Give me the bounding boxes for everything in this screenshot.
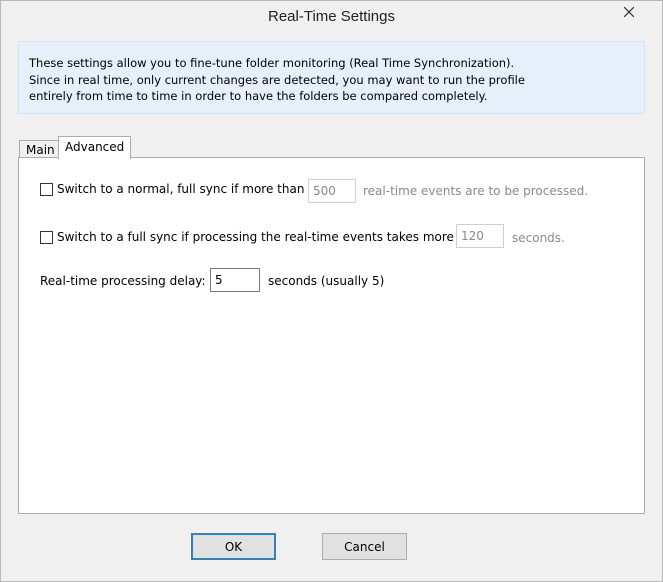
full-sync-time-option[interactable]: Switch to a full sync if processing the … bbox=[40, 230, 485, 244]
title-bar: Real-Time Settings bbox=[1, 1, 662, 33]
info-line: entirely from time to time in order to h… bbox=[29, 89, 488, 103]
full-sync-events-option[interactable]: Switch to a normal, full sync if more th… bbox=[40, 182, 304, 196]
delay-input[interactable]: 5 bbox=[210, 268, 260, 292]
full-sync-events-label: Switch to a normal, full sync if more th… bbox=[57, 182, 305, 196]
full-sync-events-input[interactable]: 500 bbox=[308, 179, 356, 203]
full-sync-time-label: Switch to a full sync if processing the … bbox=[57, 230, 486, 244]
full-sync-time-suffix: seconds. bbox=[512, 231, 565, 245]
close-button[interactable] bbox=[606, 1, 652, 22]
delay-label: Real-time processing delay: bbox=[40, 274, 206, 288]
advanced-panel: Switch to a normal, full sync if more th… bbox=[18, 157, 645, 514]
tab-advanced[interactable]: Advanced bbox=[58, 136, 132, 159]
tab-main[interactable]: Main bbox=[19, 140, 62, 158]
info-line: These settings allow you to fine-tune fo… bbox=[29, 56, 515, 70]
ok-button[interactable]: OK bbox=[191, 533, 276, 560]
full-sync-time-checkbox[interactable] bbox=[40, 230, 53, 244]
window-title: Real-Time Settings bbox=[268, 8, 395, 25]
dialog-window: Real-Time Settings These settings allow … bbox=[0, 0, 663, 582]
delay-suffix: seconds (usually 5) bbox=[268, 274, 385, 288]
cancel-button[interactable]: Cancel bbox=[322, 533, 407, 560]
info-banner: These settings allow you to fine-tune fo… bbox=[18, 41, 645, 114]
info-line: Since in real time, only current changes… bbox=[29, 72, 525, 87]
full-sync-time-input[interactable]: 120 bbox=[456, 224, 504, 248]
full-sync-events-suffix: real-time events are to be processed. bbox=[363, 184, 589, 198]
full-sync-events-checkbox[interactable] bbox=[40, 182, 53, 196]
close-icon bbox=[624, 6, 634, 17]
